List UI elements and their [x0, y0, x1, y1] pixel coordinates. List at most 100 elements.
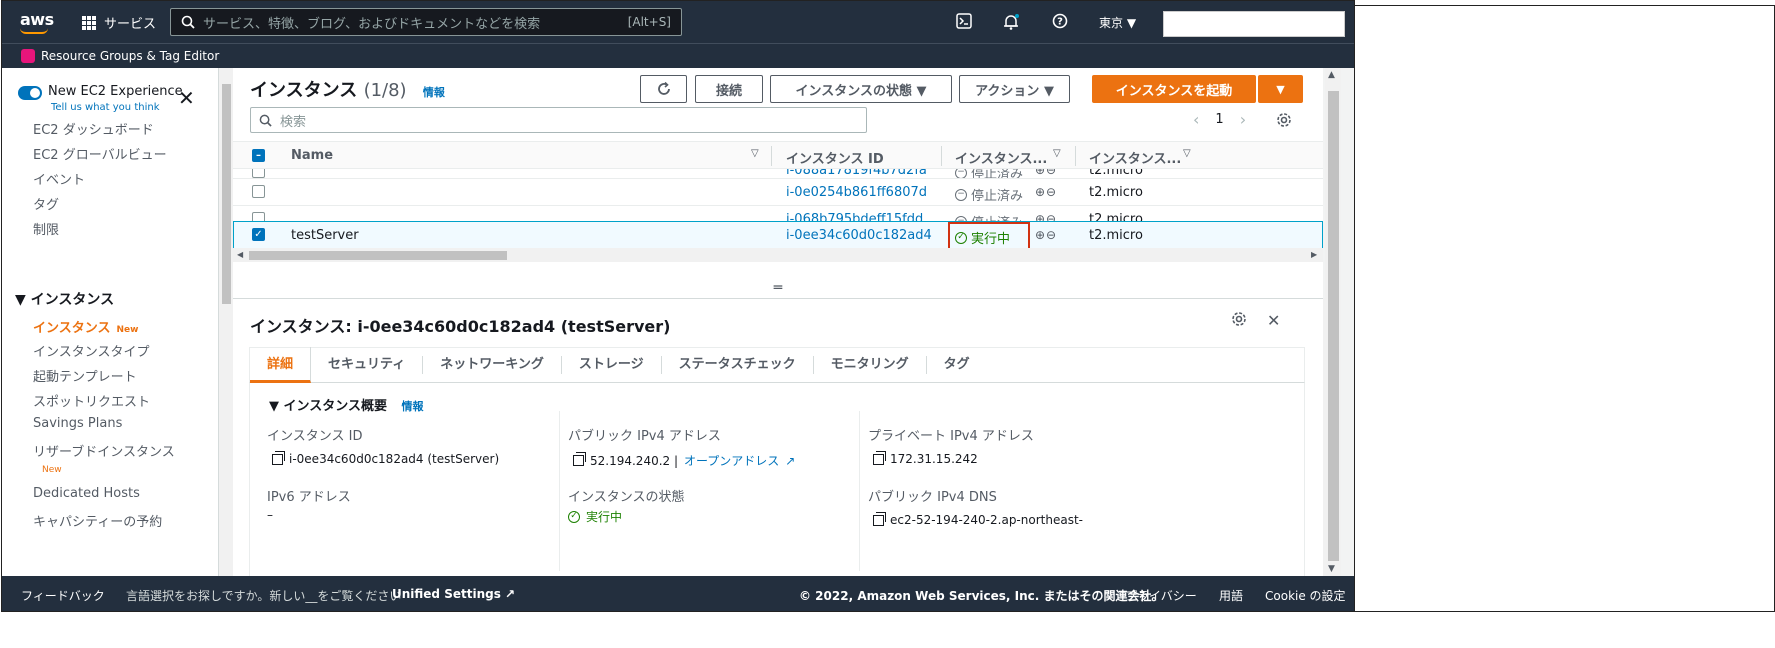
table-horizontal-scrollbar[interactable]: ◀ ▶ — [233, 248, 1323, 262]
sidebar-item-reserved-instances[interactable]: リザーブドインスタンス — [33, 441, 175, 460]
sidebar-item-limits[interactable]: 制限 — [33, 219, 59, 238]
terms-link[interactable]: 用語 — [1219, 587, 1243, 604]
services-label: サービス — [104, 17, 157, 32]
sidebar-item-launch-templates[interactable]: 起動テンプレート — [33, 366, 137, 385]
select-all-checkbox[interactable]: – — [252, 149, 265, 162]
current-page[interactable]: 1 — [1215, 112, 1223, 127]
region-selector[interactable]: 東京 ▼ — [1099, 14, 1136, 31]
state-text: 実行中 — [586, 510, 623, 524]
sidebar-item-capacity-reservations[interactable]: キャパシティーの予約 — [33, 511, 162, 530]
close-icon[interactable]: ✕ — [1267, 311, 1280, 330]
scroll-up-icon[interactable]: ▲ — [1328, 70, 1335, 80]
row-checkbox[interactable] — [252, 185, 265, 198]
launch-instances-button[interactable]: インスタンスを起動 — [1092, 75, 1256, 103]
actions-button[interactable]: アクション ▼ — [959, 75, 1070, 103]
sidebar-item-tags[interactable]: タグ — [33, 194, 59, 213]
tab-tags[interactable]: タグ — [927, 356, 987, 374]
sidebar-scrollbar[interactable] — [219, 68, 233, 576]
services-menu[interactable]: サービス — [82, 13, 156, 32]
zoom-icons[interactable]: ⊕⊖ — [1035, 228, 1057, 242]
zoom-icons[interactable]: ⊕⊖ — [1035, 169, 1057, 177]
instance-filter-input[interactable]: 検索 — [250, 107, 867, 133]
sort-icon[interactable]: ▽ — [751, 148, 759, 159]
sidebar-item-savings-plans[interactable]: Savings Plans — [33, 416, 122, 431]
cloudshell-icon[interactable] — [955, 13, 973, 31]
bell-icon[interactable] — [1002, 13, 1020, 31]
sidebar-item-events[interactable]: イベント — [33, 169, 85, 188]
launch-dropdown-button[interactable]: ▼ — [1258, 75, 1303, 103]
zoom-icons[interactable]: ⊕⊖ — [1035, 185, 1057, 199]
row-checkbox[interactable] — [252, 169, 265, 178]
external-link-icon[interactable]: ↗ — [785, 454, 795, 468]
unified-settings-link[interactable]: Unified Settings ↗ — [392, 587, 515, 601]
resource-groups-label: Resource Groups & Tag Editor — [41, 49, 220, 63]
panel-resize-handle[interactable]: ═ — [233, 280, 1323, 298]
settings-icon[interactable] — [1276, 112, 1292, 128]
copy-icon[interactable] — [573, 452, 586, 466]
tab-status-checks[interactable]: ステータスチェック — [662, 356, 814, 374]
column-header-name[interactable]: Name — [291, 148, 333, 163]
info-link[interactable]: 情報 — [402, 400, 424, 413]
settings-icon[interactable] — [1231, 311, 1247, 327]
close-icon[interactable]: ✕ — [178, 86, 195, 110]
table-row[interactable]: i-088a17819f4b7d2fa − 停止済み ⊕⊖ t2.micro — [233, 169, 1323, 179]
column-header-instance-id[interactable]: インスタンス ID — [786, 148, 884, 167]
next-page-icon[interactable]: › — [1240, 110, 1246, 129]
sort-icon[interactable]: ▽ — [1183, 148, 1191, 159]
instance-id-link[interactable]: i-0ee34c60d0c182ad4 — [786, 228, 932, 243]
cookie-settings-link[interactable]: Cookie の設定 — [1265, 587, 1346, 604]
state-text: 実行中 — [971, 232, 1011, 247]
info-link[interactable]: 情報 — [423, 86, 445, 99]
instance-state-label: インスタンスの状態 — [568, 490, 685, 505]
sidebar: New EC2 Experience Tell us what you thin… — [2, 68, 219, 576]
sidebar-item-spot-requests[interactable]: スポットリクエスト — [33, 391, 150, 410]
new-experience-toggle-row: New EC2 Experience Tell us what you thin… — [18, 84, 183, 113]
sort-icon[interactable]: ▽ — [1053, 148, 1061, 159]
connect-button[interactable]: 接続 — [695, 75, 763, 103]
tab-security[interactable]: セキュリティ — [311, 356, 424, 374]
new-experience-toggle[interactable] — [18, 86, 42, 100]
tab-monitoring[interactable]: モニタリング — [814, 356, 927, 374]
account-menu[interactable] — [1163, 11, 1345, 37]
resource-groups-shortcut[interactable]: Resource Groups & Tag Editor — [21, 49, 219, 63]
sidebar-item-dedicated-hosts[interactable]: Dedicated Hosts — [33, 486, 140, 501]
copy-icon[interactable] — [873, 450, 886, 465]
instance-id-link[interactable]: i-088a17819f4b7d2fa — [786, 169, 927, 178]
instance-id-link[interactable]: i-0e0254b861ff6807d — [786, 185, 927, 200]
tab-storage[interactable]: ストレージ — [562, 356, 662, 374]
prev-page-icon[interactable]: ‹ — [1193, 110, 1199, 129]
instance-type: t2.micro — [1089, 169, 1143, 178]
summary-heading[interactable]: ▼ インスタンス概要 情報 — [269, 395, 424, 414]
tab-details[interactable]: 詳細 — [250, 347, 312, 383]
column-header-instance-state[interactable]: インスタンス... — [955, 148, 1047, 167]
sidebar-item-global-view[interactable]: EC2 グローバルビュー — [33, 144, 167, 163]
open-address-link[interactable]: オープンアドレス — [684, 452, 779, 469]
global-search-input[interactable]: サービス、特徴、ブログ、およびドキュメントなどを検索 [Alt+S] — [170, 8, 682, 36]
instance-state-button[interactable]: インスタンスの状態 ▼ — [770, 75, 952, 103]
refresh-button[interactable] — [640, 75, 687, 103]
scroll-left-icon[interactable]: ◀ — [237, 248, 243, 262]
scroll-right-icon[interactable]: ▶ — [1311, 248, 1317, 262]
summary-heading-text: ▼ インスタンス概要 — [269, 399, 388, 414]
scroll-down-icon[interactable]: ▼ — [1328, 564, 1335, 574]
sidebar-item-instance-types[interactable]: インスタンスタイプ — [33, 341, 149, 360]
aws-logo[interactable]: aws — [20, 10, 54, 29]
row-checkbox[interactable]: ✓ — [252, 228, 265, 241]
feedback-link[interactable]: Tell us what you think — [51, 102, 183, 113]
column-header-instance-type[interactable]: インスタンス... — [1089, 148, 1181, 167]
instance-id-label: インスタンス ID — [267, 429, 363, 444]
copy-icon[interactable] — [272, 450, 285, 465]
feedback-link[interactable]: フィードバック — [21, 587, 105, 604]
help-icon[interactable]: ? — [1051, 13, 1069, 31]
table-row-selected[interactable]: ✓ testServer i-0ee34c60d0c182ad4 ✓ 実行中 ⊕⊖… — [233, 221, 1323, 252]
sidebar-item-instances[interactable]: インスタンス New — [33, 317, 138, 336]
copy-icon[interactable] — [873, 511, 886, 526]
sidebar-item-dashboard[interactable]: EC2 ダッシュボード — [33, 119, 154, 138]
sidebar-section-instances[interactable]: ▼ インスタンス — [15, 289, 114, 309]
main-scrollbar[interactable]: ▲ ▼ — [1325, 68, 1341, 576]
table-row[interactable]: i-0e0254b861ff6807d − 停止済み ⊕⊖ t2.micro — [233, 179, 1323, 206]
tab-networking[interactable]: ネットワーキング — [423, 356, 562, 374]
public-dns-label: パブリック IPv4 DNS — [868, 490, 997, 505]
privacy-link[interactable]: プライバシー — [1125, 587, 1197, 604]
external-link-icon: ↗ — [505, 587, 516, 601]
